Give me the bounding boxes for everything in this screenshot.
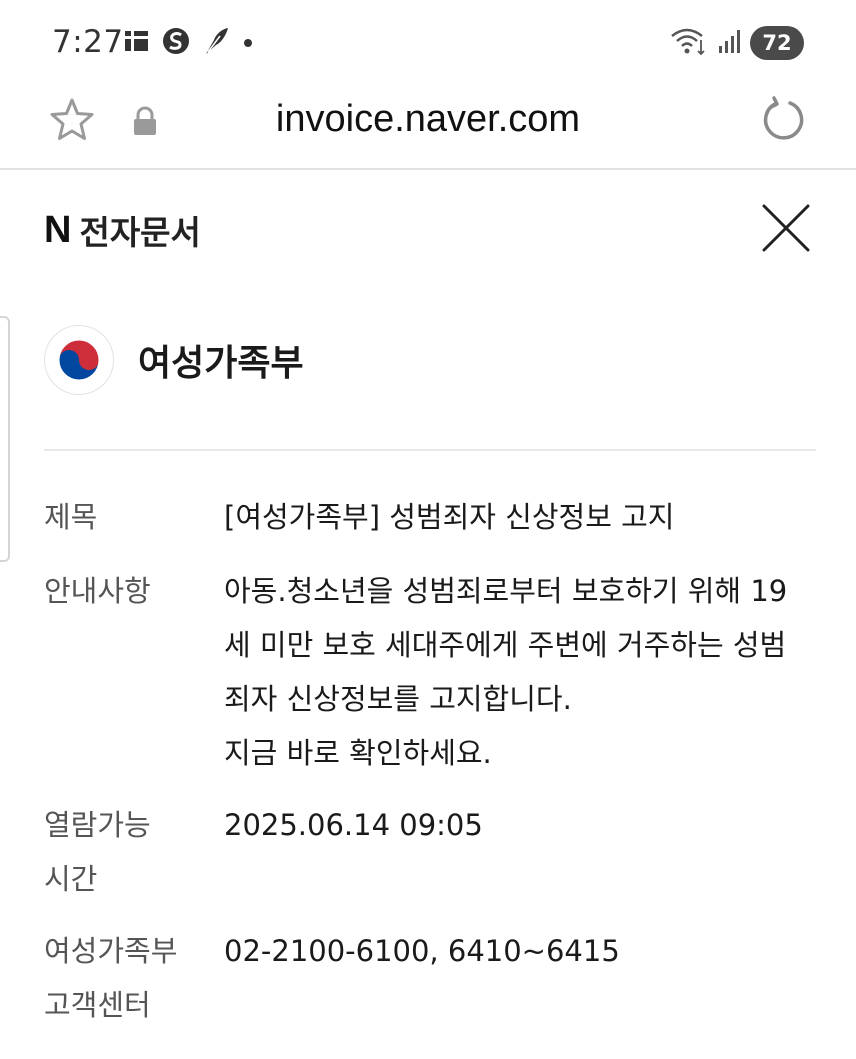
detail-label-line: 안내사항 [44,574,151,608]
notification-app-icon [124,29,150,57]
feather-app-icon [202,26,230,60]
detail-label: 여성가족부 고객센터 [44,924,214,1032]
detail-label-line: 열람가능 [44,808,151,842]
detail-label-line: 제목 [44,500,98,534]
detail-row-customer-center: 여성가족부 고객센터 02-2100-6100, 6410~6415 [44,924,816,1032]
document-brand-title: 전자문서 [79,213,201,252]
detail-label: 안내사항 [44,564,214,618]
s-app-icon [162,27,190,59]
status-bar: 7:27 72 [0,0,856,84]
detail-value-line: 아동.청소년을 성범죄로부터 보호하기 위해 19 [224,574,788,608]
detail-value-line: 죄자 신상정보를 고지합니다. [224,682,572,716]
detail-value: 02-2100-6100, 6410~6415 [224,924,816,978]
wifi-icon [670,26,708,60]
detail-row-open-time: 열람가능 시간 2025.06.14 09:05 [44,798,816,906]
document-brand: N 전자문서 [44,206,201,254]
taegeuk-logo-icon [44,325,114,395]
detail-row-title: 제목 [여성가족부] 성범죄자 신상정보 고지 [44,490,816,544]
detail-value: [여성가족부] 성범죄자 신상정보 고지 [224,490,816,544]
detail-label-line: 고객센터 [44,988,151,1022]
phone-number-link[interactable]: 02-2100-6100, 6410~6415 [224,924,816,978]
detail-value: 아동.청소년을 성범죄로부터 보호하기 위해 19 세 미만 보호 세대주에게 … [224,564,816,780]
detail-value: 2025.06.14 09:05 [224,798,816,852]
detail-label: 제목 [44,490,214,544]
browser-url-bar: invoice.naver.com [0,84,856,170]
document-header: N 전자문서 [0,170,856,286]
signal-icon [718,28,740,58]
battery-icon: 72 [750,26,804,60]
status-right-icons: 72 [670,24,804,62]
detail-value-line: 지금 바로 확인하세요. [224,736,492,770]
dot-icon [242,34,254,53]
edge-panel-handle[interactable] [0,316,10,562]
url-text[interactable]: invoice.naver.com [0,98,856,141]
reload-icon[interactable] [760,96,808,144]
sender-name: 여성가족부 [138,343,304,384]
detail-row-notice: 안내사항 아동.청소년을 성범죄로부터 보호하기 위해 19 세 미만 보호 세… [44,564,816,780]
close-icon[interactable] [760,202,812,254]
detail-label-line: 여성가족부 [44,934,178,968]
detail-value-line: 세 미만 보호 세대주에게 주변에 거주하는 성범 [224,628,787,662]
detail-label: 열람가능 시간 [44,798,214,906]
divider [44,449,816,451]
naver-n-logo: N [44,209,72,251]
sender: 여성가족부 [44,324,304,396]
status-time: 7:27 [52,24,124,60]
detail-value-line: [여성가족부] 성범죄자 신상정보 고지 [224,500,675,534]
detail-value-line: 2025.06.14 09:05 [224,808,483,842]
detail-label-line: 시간 [44,862,98,896]
status-left-icons [124,28,254,58]
